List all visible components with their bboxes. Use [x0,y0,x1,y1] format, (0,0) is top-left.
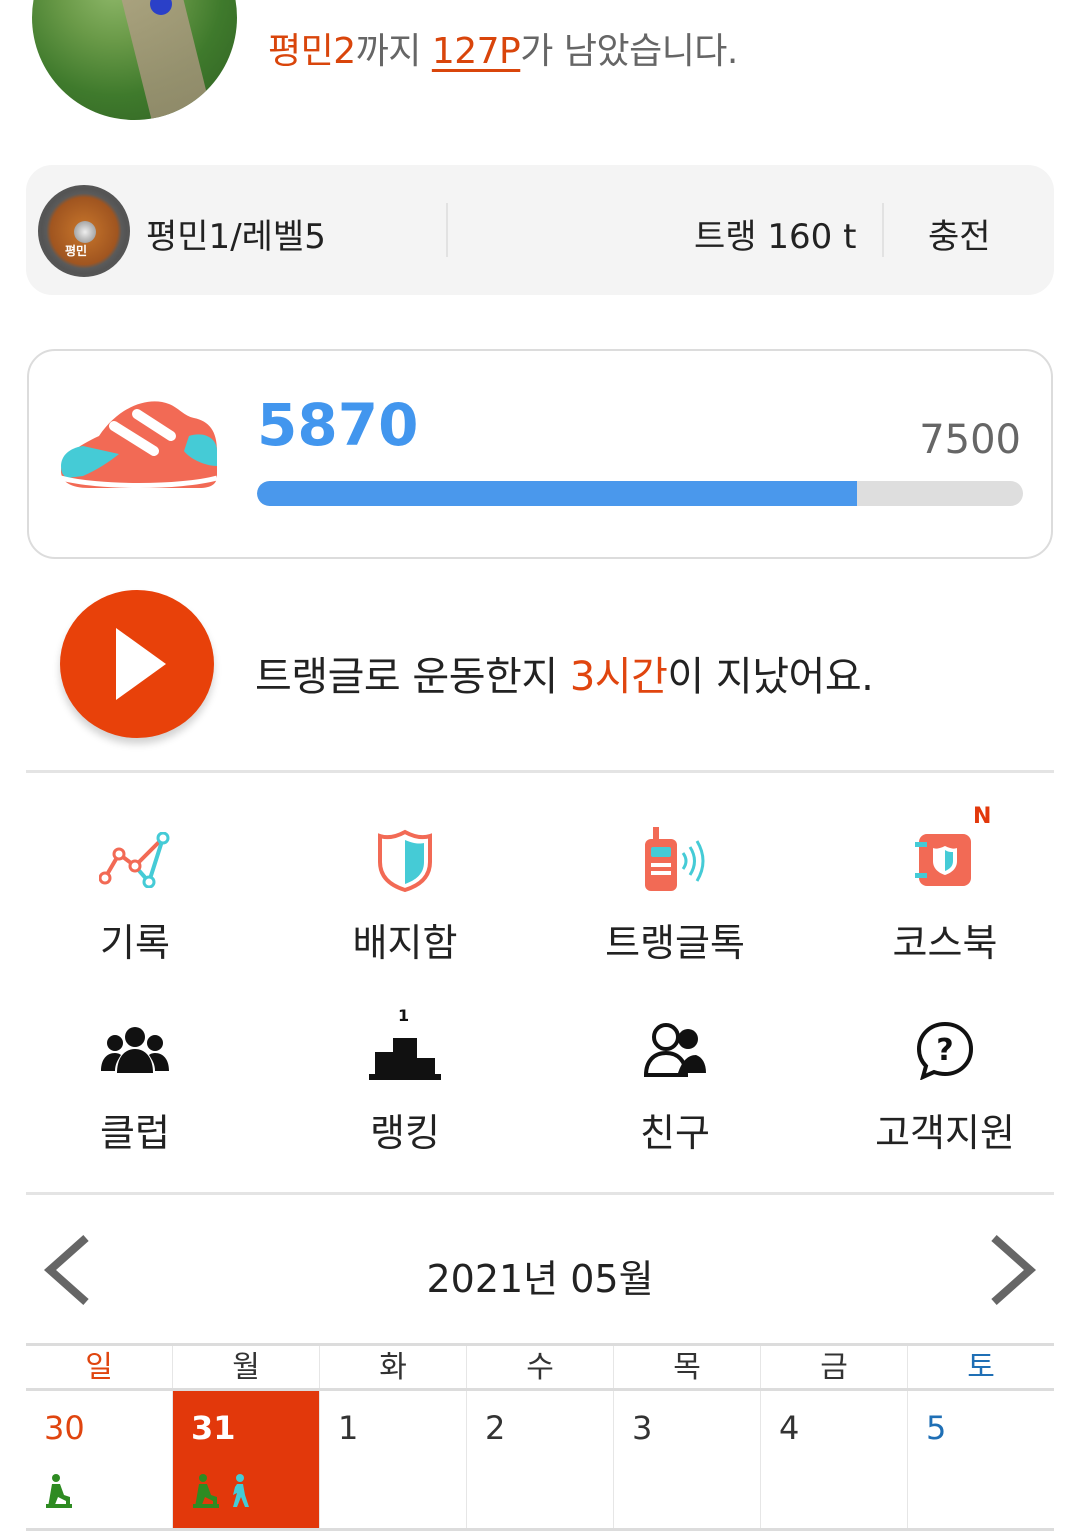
level-name: 평민1/레벨5 [146,217,326,257]
day-cell[interactable]: 1 [319,1391,466,1528]
menu-friends[interactable]: 친구 [540,1010,810,1157]
level-badge-icon: 평민 [38,185,130,277]
weekday-wed: 수 [466,1346,613,1388]
next-level-name: 평민2 [268,31,356,72]
weekday-mon: 월 [172,1346,319,1388]
help-icon: ? [916,1021,974,1080]
weekday-sun: 일 [85,1350,113,1385]
menu-tranggle-talk[interactable]: 트랭글톡 [540,820,810,967]
day-cell[interactable]: 3 [613,1391,760,1528]
group-icon [101,1027,169,1073]
walking-icon [233,1474,249,1507]
weekday-thu: 목 [613,1346,760,1388]
activity-suffix: 이 지났어요. [667,654,874,700]
activity-prefix: 트랭글로 운동한지 [255,654,570,700]
day-cell[interactable]: 4 [760,1391,907,1528]
day-cell[interactable]: 5 [907,1391,1054,1528]
day-number: 5 [926,1409,947,1447]
weekday-sat: 토 [907,1346,1054,1388]
start-workout-button[interactable] [60,590,214,738]
divider [446,203,448,257]
month-navigator: 2021년 05월 [0,1230,1080,1310]
level-bar: 평민 평민1/레벨5 트랭 160 t 충전 [26,165,1054,295]
calendar-week: 일 월 화 수 목 금 토 30 31 1 2 3 4 5 [26,1343,1054,1531]
menu-label: 배지함 [352,921,458,965]
badge-tag: 평민 [65,244,88,258]
play-icon [116,628,166,700]
menu-club[interactable]: 클럽 [0,1010,270,1157]
steps-card[interactable]: 5870 7500 [27,349,1053,559]
day-number: 4 [779,1409,800,1447]
menu-label: 기록 [100,921,170,965]
notice-text-end: 가 남았습니다. [520,31,738,72]
menu-support[interactable]: ? 고객지원 [810,1010,1080,1157]
divider [26,770,1054,773]
menu-label: 코스북 [892,921,998,965]
friends-icon [643,1023,706,1077]
charge-button[interactable]: 충전 [928,209,991,258]
points-left-link[interactable]: 127P [432,31,521,72]
activity-message: 트랭글로 운동한지 3시간이 지났어요. [255,644,874,702]
day-cell[interactable]: 2 [466,1391,613,1528]
rank-number: 1 [398,1006,410,1025]
level-progress-notice: 평민2까지 127P가 남았습니다. [268,22,738,74]
activity-duration: 3시간 [569,654,668,700]
day-cell-selected[interactable]: 31 [172,1391,319,1528]
notice-text-mid: 까지 [355,31,432,72]
coursebook-icon [915,834,971,886]
step-progress-bar [257,481,1023,506]
step-goal: 7500 [919,417,1021,463]
hiking-icon [193,1474,219,1508]
step-progress-fill [257,481,857,506]
shield-badge-icon [378,829,432,892]
weekday-tue: 화 [319,1346,466,1388]
chevron-right-icon[interactable] [984,1230,1044,1310]
calendar-month: 2021년 05월 [426,1257,654,1301]
profile-avatar[interactable] [32,0,237,120]
avatar-photo-path [103,0,211,120]
chart-line-icon [99,832,170,888]
menu-record[interactable]: 기록 [0,820,270,967]
day-number: 30 [44,1409,85,1447]
menu-label: 클럽 [100,1111,170,1155]
podium-icon [369,1038,441,1080]
day-number: 2 [485,1409,506,1447]
svg-text:?: ? [936,1033,953,1068]
walkie-talkie-icon [645,827,705,891]
divider [26,1192,1054,1195]
day-number: 3 [632,1409,653,1447]
menu-label: 친구 [640,1111,710,1155]
points-balance: 트랭 160 t [694,217,857,257]
divider [882,203,884,257]
week-row: 30 31 1 2 3 4 5 [26,1391,1054,1531]
day-number: 1 [338,1409,359,1447]
menu-label: 랭킹 [370,1111,440,1155]
day-cell[interactable]: 30 [26,1391,172,1528]
day-number: 31 [191,1409,236,1447]
menu-label: 고객지원 [875,1111,1015,1155]
menu-label: 트랭글톡 [605,921,745,965]
step-count: 5870 [257,391,419,459]
menu-coursebook[interactable]: N 코스북 [810,804,1080,967]
sneaker-icon [60,401,218,488]
menu-badges[interactable]: 배지함 [270,820,540,967]
menu-ranking[interactable]: 1 랭킹 [270,1006,540,1157]
shield-boss [74,221,96,243]
new-badge: N [973,804,992,829]
weekday-header: 일 월 화 수 목 금 토 [26,1343,1054,1391]
hiking-icon [46,1474,72,1508]
weekday-fri: 금 [760,1346,907,1388]
